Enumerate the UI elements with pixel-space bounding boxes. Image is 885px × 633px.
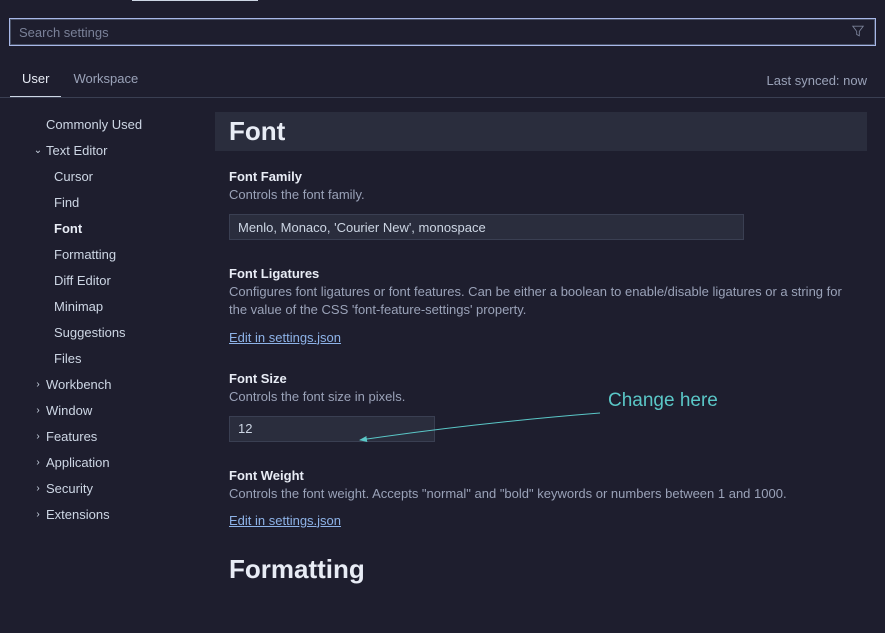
section-header: Font	[215, 112, 867, 151]
sidebar-item-label: Extensions	[46, 504, 110, 526]
setting-desc: Configures font ligatures or font featur…	[229, 283, 853, 319]
sidebar-item-workbench[interactable]: › Workbench	[0, 372, 215, 398]
setting-font-weight: Font Weight Controls the font weight. Ac…	[215, 468, 867, 554]
search-container	[0, 5, 885, 53]
setting-desc: Controls the font size in pixels.	[229, 388, 853, 406]
setting-desc: Controls the font weight. Accepts "norma…	[229, 485, 853, 503]
sidebar-item-text-editor[interactable]: ⌄ Text Editor	[0, 138, 215, 164]
setting-title: Font Family	[229, 169, 853, 184]
filter-icon[interactable]	[851, 24, 865, 41]
sidebar-item-features[interactable]: › Features	[0, 424, 215, 450]
sidebar-item-label: Workbench	[46, 374, 112, 396]
chevron-right-icon: ›	[30, 426, 46, 448]
edit-settings-json-link[interactable]: Edit in settings.json	[229, 513, 341, 528]
chevron-right-icon: ›	[30, 452, 46, 474]
sidebar-item-files[interactable]: Files	[0, 346, 215, 372]
chevron-down-icon: ⌄	[30, 140, 46, 162]
font-family-input[interactable]	[229, 214, 744, 240]
section-title: Font	[229, 116, 853, 147]
sidebar-item-label: Application	[46, 452, 110, 474]
scope-bar: User Workspace Last synced: now	[0, 53, 885, 98]
sidebar-item-label: Window	[46, 400, 92, 422]
tab-user[interactable]: User	[10, 63, 61, 97]
sidebar-item-label: Security	[46, 478, 93, 500]
active-tab-indicator	[132, 0, 258, 1]
setting-font-ligatures: Font Ligatures Configures font ligatures…	[215, 266, 867, 370]
edit-settings-json-link[interactable]: Edit in settings.json	[229, 330, 341, 345]
scope-tabs: User Workspace	[10, 63, 150, 97]
sidebar-item-label: Text Editor	[46, 140, 107, 162]
setting-title: Font Ligatures	[229, 266, 853, 281]
sidebar-item-minimap[interactable]: Minimap	[0, 294, 215, 320]
setting-font-size: Font Size Controls the font size in pixe…	[215, 371, 867, 468]
settings-pane: Font Font Family Controls the font famil…	[215, 98, 885, 633]
sidebar-item-cursor[interactable]: Cursor	[0, 164, 215, 190]
sidebar-item-label: Features	[46, 426, 97, 448]
sidebar-item-formatting[interactable]: Formatting	[0, 242, 215, 268]
sidebar-item-security[interactable]: › Security	[0, 476, 215, 502]
setting-title: Font Size	[229, 371, 853, 386]
sidebar-item-suggestions[interactable]: Suggestions	[0, 320, 215, 346]
search-input[interactable]	[10, 19, 875, 45]
sidebar-item-font[interactable]: Font	[0, 216, 215, 242]
chevron-right-icon: ›	[30, 504, 46, 526]
top-bar	[0, 0, 885, 5]
sidebar-item-application[interactable]: › Application	[0, 450, 215, 476]
sync-status: Last synced: now	[767, 73, 867, 88]
sidebar-item-find[interactable]: Find	[0, 190, 215, 216]
tab-workspace[interactable]: Workspace	[61, 63, 150, 97]
sidebar-item-window[interactable]: › Window	[0, 398, 215, 424]
setting-title: Font Weight	[229, 468, 853, 483]
next-section-title: Formatting	[215, 554, 867, 585]
main-content: Commonly Used ⌄ Text Editor Cursor Find …	[0, 98, 885, 633]
chevron-right-icon: ›	[30, 374, 46, 396]
sidebar-item-extensions[interactable]: › Extensions	[0, 502, 215, 528]
sidebar-item-commonly-used[interactable]: Commonly Used	[0, 112, 215, 138]
chevron-right-icon: ›	[30, 400, 46, 422]
sidebar: Commonly Used ⌄ Text Editor Cursor Find …	[0, 98, 215, 633]
font-size-input[interactable]	[229, 416, 435, 442]
sidebar-item-diff-editor[interactable]: Diff Editor	[0, 268, 215, 294]
setting-desc: Controls the font family.	[229, 186, 853, 204]
chevron-right-icon: ›	[30, 478, 46, 500]
setting-font-family: Font Family Controls the font family.	[215, 169, 867, 266]
